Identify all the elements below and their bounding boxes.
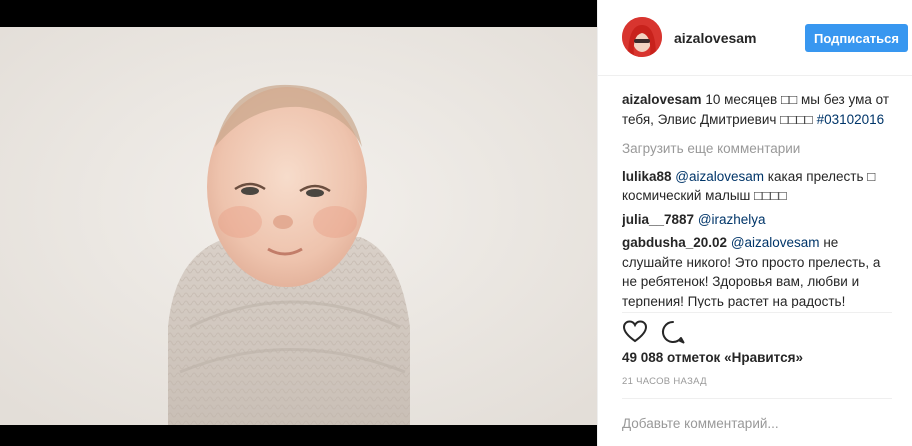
list-item: julia__7887 @irazhelya xyxy=(622,210,892,230)
post-photo[interactable] xyxy=(0,27,597,425)
comment-username[interactable]: gabdusha_20.02 xyxy=(622,235,727,250)
caption-username[interactable]: aizalovesam xyxy=(622,92,702,107)
comment-mention[interactable]: @aizalovesam xyxy=(675,169,764,184)
post-details-panel: aizalovesam Подписаться aizalovesam 10 м… xyxy=(597,0,912,446)
media-viewer xyxy=(0,0,597,446)
likes-count[interactable]: 49 088 отметок «Нравится» xyxy=(622,350,803,365)
post-header: aizalovesam Подписаться xyxy=(598,0,912,76)
follow-button[interactable]: Подписаться xyxy=(805,24,908,52)
comment-mention[interactable]: @aizalovesam xyxy=(731,235,820,250)
comment-username[interactable]: lulika88 xyxy=(622,169,672,184)
load-more-comments-link[interactable]: Загрузить еще комментарии xyxy=(622,139,892,159)
post-actions xyxy=(622,312,892,352)
avatar-image xyxy=(622,17,662,57)
caption-hashtag[interactable]: #03102016 xyxy=(817,112,885,127)
baby-photo-illustration xyxy=(0,27,597,425)
heart-outline-icon[interactable] xyxy=(622,319,648,345)
post-timestamp[interactable]: 21 ЧАСОВ НАЗАД xyxy=(622,376,707,387)
list-item: gabdusha_20.02 @aizalovesam не слушайте … xyxy=(622,233,892,308)
comment-input[interactable] xyxy=(622,413,892,433)
username-link[interactable]: aizalovesam xyxy=(674,30,757,46)
comments-list: aizalovesam 10 месяцев □□ мы без ума от … xyxy=(622,90,892,308)
speech-bubble-icon[interactable] xyxy=(660,319,686,345)
avatar[interactable] xyxy=(622,17,662,57)
comment-mention[interactable]: @irazhelya xyxy=(698,212,766,227)
add-comment-section xyxy=(622,398,892,446)
comment-username[interactable]: julia__7887 xyxy=(622,212,694,227)
list-item: lulika88 @aizalovesam какая прелесть □ к… xyxy=(622,167,892,206)
caption: aizalovesam 10 месяцев □□ мы без ума от … xyxy=(622,90,892,129)
